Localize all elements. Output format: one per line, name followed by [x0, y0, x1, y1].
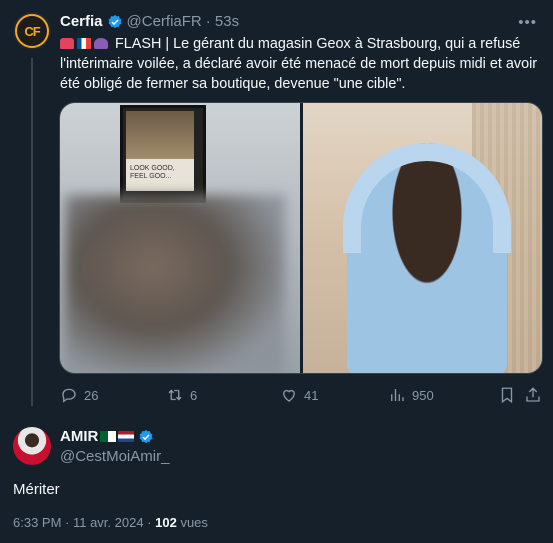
- views-count: 950: [412, 387, 434, 403]
- verified-icon: [108, 14, 121, 28]
- reply-author-handle[interactable]: @CestMoiAmir_: [60, 448, 169, 465]
- cerfia-logo: CF: [17, 16, 47, 46]
- reply-views-label: vues: [180, 515, 208, 530]
- siren-emoji-icon: [60, 38, 74, 49]
- tweet-time[interactable]: · 53s: [206, 13, 239, 30]
- reply-author-name[interactable]: AMIR: [60, 428, 98, 445]
- like-count: 41: [304, 387, 319, 403]
- reply-date[interactable]: 6:33 PM · 11 avr. 2024 ·: [13, 515, 152, 530]
- cerfia-avatar[interactable]: CF: [13, 12, 51, 50]
- retweet-button[interactable]: 6: [166, 386, 197, 404]
- reply-author-name-row: AMIR: [60, 428, 158, 445]
- amir-avatar[interactable]: [13, 427, 51, 465]
- media-image-left[interactable]: LOOK GOOD, FEEL GOO...: [60, 103, 300, 373]
- author-name[interactable]: Cerfia: [60, 13, 103, 30]
- poster-caption: LOOK GOOD, FEEL GOO...: [130, 165, 175, 180]
- tweet-actions: 26 6 41 950: [60, 386, 540, 406]
- tweet-body: FLASH | Le gérant du magasin Geox à Stra…: [60, 36, 538, 92]
- views-icon: [391, 389, 404, 401]
- thread-line: [31, 58, 33, 406]
- netherlands-flag-icon: [118, 431, 135, 442]
- reply-text: Mériter: [13, 481, 60, 498]
- more-icon[interactable]: •••: [518, 14, 537, 31]
- author-handle[interactable]: @CerfiaFR: [127, 13, 202, 30]
- like-button[interactable]: 41: [280, 386, 318, 404]
- reply-meta: 6:33 PM · 11 avr. 2024 · 102 vues: [13, 515, 208, 530]
- reply-button[interactable]: 26: [60, 386, 98, 404]
- algeria-flag-icon: [100, 431, 117, 442]
- like-icon: [283, 389, 295, 402]
- views-button[interactable]: 950: [388, 386, 434, 404]
- media-image-right[interactable]: [302, 103, 542, 373]
- share-icon: [526, 387, 540, 402]
- tweet-header: Cerfia @CerfiaFR · 53s: [60, 13, 239, 30]
- share-button[interactable]: [524, 386, 542, 404]
- verified-icon: [139, 429, 153, 443]
- reply-count: 26: [84, 387, 99, 403]
- reply-icon: [62, 388, 76, 403]
- france-flag-icon: [77, 38, 91, 49]
- retweet-count: 6: [190, 387, 198, 403]
- blurred-person: [65, 195, 285, 373]
- bookmark-icon: [501, 387, 513, 404]
- tweet-text: FLASH | Le gérant du magasin Geox à Stra…: [60, 34, 538, 94]
- tweet-media[interactable]: LOOK GOOD, FEEL GOO...: [59, 102, 543, 374]
- reply-views-count: 102: [155, 515, 177, 530]
- bookmark-button[interactable]: [498, 386, 516, 404]
- hijab-woman-emoji-icon: [94, 38, 108, 49]
- retweet-icon: [168, 389, 182, 401]
